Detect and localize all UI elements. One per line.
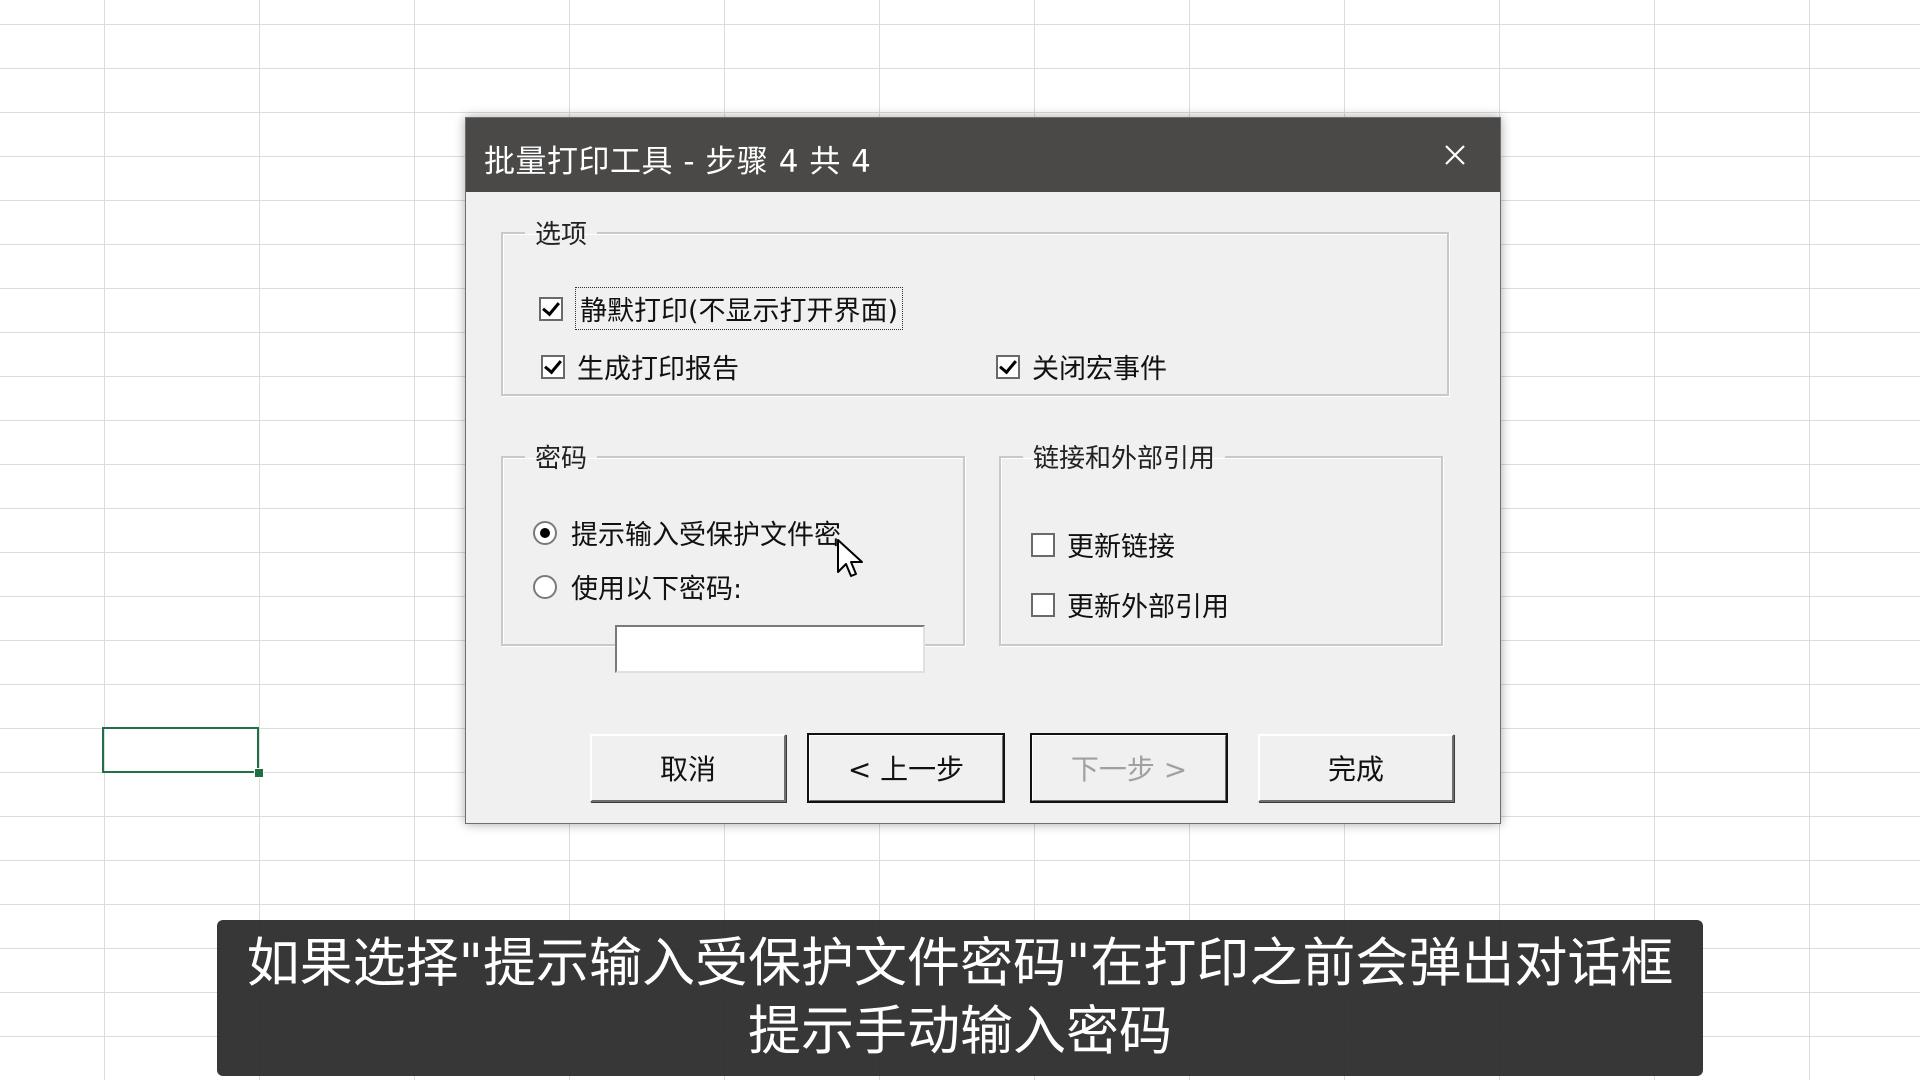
close-button[interactable]: [1430, 130, 1480, 180]
update-links-label: 更新链接: [1067, 532, 1175, 563]
prompt-password-radio[interactable]: 提示输入受保护文件密: [533, 513, 841, 552]
dialog-title: 批量打印工具 - 步骤 4 共 4: [484, 144, 872, 180]
cancel-button[interactable]: 取消: [590, 734, 786, 802]
checkbox-icon: [1031, 592, 1055, 617]
options-legend: 选项: [535, 220, 588, 250]
check-icon: [539, 296, 563, 321]
subtitle-line-1: 如果选择"提示输入受保护文件密码"在打印之前会弹出对话框: [246, 933, 1674, 994]
disable-macros-checkbox[interactable]: 关闭宏事件: [996, 347, 1167, 386]
links-legend: 链接和外部引用: [1033, 444, 1216, 474]
check-icon: [541, 354, 565, 379]
dialog-titlebar: 批量打印工具 - 步骤 4 共 4: [466, 118, 1500, 192]
password-input[interactable]: [615, 625, 925, 673]
radio-icon: [533, 520, 557, 545]
next-button[interactable]: 下一步 >: [1030, 733, 1228, 803]
disable-macros-label: 关闭宏事件: [1032, 354, 1167, 385]
silent-print-checkbox[interactable]: 静默打印(不显示打开界面): [539, 287, 904, 330]
close-icon: [1445, 145, 1465, 165]
links-group: 链接和外部引用 更新链接 更新外部引用: [999, 438, 1443, 646]
prompt-password-label: 提示输入受保护文件密: [571, 520, 841, 551]
checkbox-icon: [1031, 532, 1055, 557]
generate-report-label: 生成打印报告: [577, 354, 739, 385]
back-button[interactable]: < 上一步: [807, 733, 1005, 803]
update-links-checkbox[interactable]: 更新链接: [1031, 525, 1175, 564]
check-icon: [996, 354, 1020, 379]
update-external-checkbox[interactable]: 更新外部引用: [1031, 585, 1229, 624]
generate-report-checkbox[interactable]: 生成打印报告: [541, 347, 739, 386]
batch-print-dialog: 批量打印工具 - 步骤 4 共 4 选项 静默打印(不显示打开界面) 生成打印报…: [465, 117, 1501, 824]
password-legend: 密码: [535, 444, 588, 474]
silent-print-label: 静默打印(不显示打开界面): [575, 287, 904, 330]
subtitle-line-2: 提示手动输入密码: [748, 1001, 1172, 1062]
mouse-cursor-icon: [837, 539, 863, 577]
options-group: 选项 静默打印(不显示打开界面) 生成打印报告 关闭宏事件: [501, 214, 1449, 396]
fill-handle[interactable]: [254, 768, 264, 778]
radio-icon: [533, 574, 557, 599]
update-external-label: 更新外部引用: [1067, 592, 1229, 623]
video-subtitle: 如果选择"提示输入受保护文件密码"在打印之前会弹出对话框 提示手动输入密码: [217, 920, 1703, 1076]
use-password-label: 使用以下密码:: [571, 574, 743, 605]
use-password-radio[interactable]: 使用以下密码:: [533, 567, 742, 606]
finish-button[interactable]: 完成: [1258, 734, 1454, 802]
active-cell[interactable]: [102, 727, 259, 773]
password-group: 密码 提示输入受保护文件密 使用以下密码:: [501, 438, 965, 673]
